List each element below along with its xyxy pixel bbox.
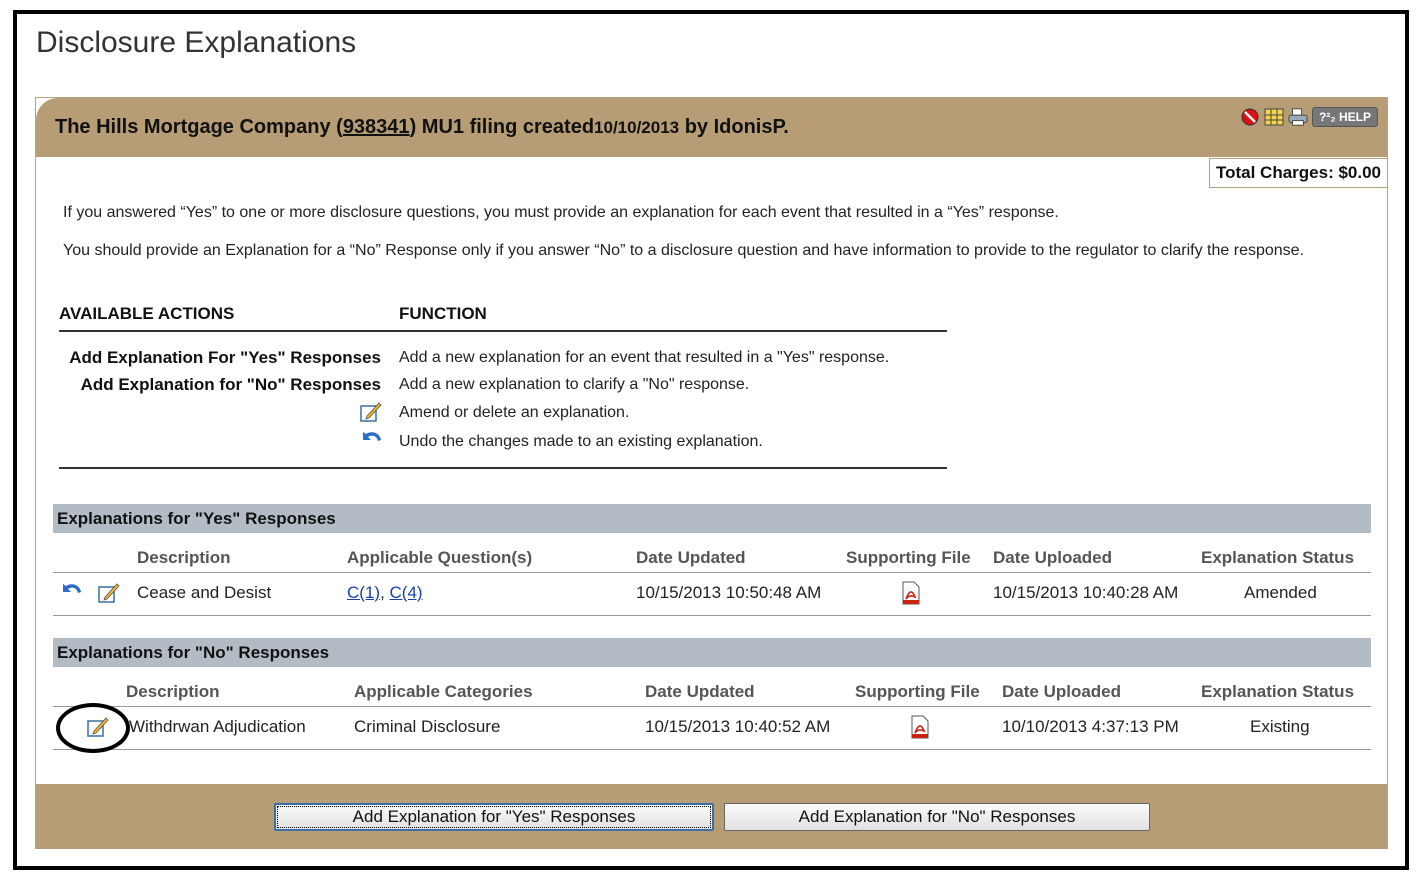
grid-icon[interactable] — [1264, 107, 1284, 127]
yes-col-status: Explanation Status — [1201, 548, 1355, 567]
question-link-c4[interactable]: C(4) — [390, 583, 423, 602]
yes-col-description: Description — [137, 548, 231, 567]
edit-icon — [359, 400, 383, 424]
function-heading: FUNCTION — [399, 304, 487, 323]
yes-row-date-updated: 10/15/2013 10:50:48 AM — [636, 583, 822, 602]
actions-top-rule — [59, 330, 947, 332]
printer-icon[interactable] — [1288, 107, 1308, 127]
yes-row-status: Amended — [1244, 583, 1317, 602]
no-row-rule — [53, 749, 1371, 750]
no-instructions: You should provide an Explanation for a … — [63, 242, 1305, 259]
no-row-date-uploaded: 10/10/2013 4:37:13 PM — [1002, 717, 1179, 736]
yes-row-rule — [53, 615, 1371, 616]
yes-header-rule — [53, 572, 1371, 573]
action-undo-function: Undo the changes made to an existing exp… — [399, 433, 763, 450]
disclosure-panel: The Hills Mortgage Company (938341) MU1 … — [35, 97, 1388, 849]
no-row-date-updated: 10/15/2013 10:40:52 AM — [645, 717, 831, 736]
pdf-file-icon[interactable] — [900, 581, 922, 610]
no-col-date-uploaded: Date Uploaded — [1002, 682, 1122, 701]
yes-col-questions: Applicable Question(s) — [347, 548, 533, 567]
no-col-supporting-file: Supporting File — [855, 682, 980, 701]
yes-row-description: Cease and Desist — [137, 583, 272, 602]
action-add-yes-function: Add a new explanation for an event that … — [399, 349, 890, 366]
add-yes-explanation-button[interactable]: Add Explanation for "Yes" Responses — [274, 803, 714, 831]
total-charges: Total Charges: $0.00 — [1208, 158, 1387, 188]
page-title: Disclosure Explanations — [36, 26, 357, 59]
no-row-description: Withdrwan Adjudication — [129, 717, 306, 736]
highlight-circle — [56, 703, 130, 753]
yes-col-supporting-file: Supporting File — [846, 548, 971, 567]
yes-col-date-uploaded: Date Uploaded — [993, 548, 1113, 567]
actions-bottom-rule — [59, 467, 947, 469]
no-col-categories: Applicable Categories — [354, 682, 533, 701]
action-add-no-function: Add a new explanation to clarify a "No" … — [399, 376, 750, 393]
action-add-no-label: Add Explanation for "No" Responses — [80, 375, 381, 394]
no-header-rule — [53, 706, 1371, 707]
company-id-link[interactable]: 938341 — [343, 116, 410, 138]
no-row-category: Criminal Disclosure — [354, 717, 501, 736]
undo-icon — [359, 428, 383, 452]
header-toolbar: ?²₂ HELP — [1240, 107, 1378, 127]
action-add-yes-label: Add Explanation For "Yes" Responses — [69, 348, 381, 367]
action-edit-function: Amend or delete an explanation. — [399, 404, 630, 421]
no-col-description: Description — [126, 682, 220, 701]
yes-col-date-updated: Date Updated — [636, 548, 746, 567]
filing-title: The Hills Mortgage Company (938341) MU1 … — [55, 116, 789, 138]
question-link-c1[interactable]: C(1) — [347, 583, 380, 602]
no-col-date-updated: Date Updated — [645, 682, 755, 701]
created-date: 10/10/2013 — [594, 118, 680, 137]
available-actions-heading: AVAILABLE ACTIONS — [59, 304, 235, 323]
yes-row-questions: C(1), C(4) — [347, 583, 423, 602]
panel-header: The Hills Mortgage Company (938341) MU1 … — [36, 98, 1387, 157]
yes-row-date-uploaded: 10/15/2013 10:40:28 AM — [993, 583, 1179, 602]
add-no-explanation-button[interactable]: Add Explanation for "No" Responses — [724, 803, 1150, 831]
no-col-status: Explanation Status — [1201, 682, 1355, 701]
no-row-status: Existing — [1250, 717, 1310, 736]
yes-instructions: If you answered “Yes” to one or more dis… — [63, 204, 1059, 221]
yes-section-header: Explanations for "Yes" Responses — [53, 504, 1371, 533]
edit-icon[interactable] — [97, 581, 121, 610]
no-entry-icon[interactable] — [1240, 107, 1260, 127]
no-section-header: Explanations for "No" Responses — [53, 638, 1371, 667]
help-button[interactable]: ?²₂ HELP — [1312, 107, 1378, 127]
pdf-file-icon[interactable] — [909, 715, 931, 744]
undo-icon[interactable] — [59, 580, 83, 609]
panel-footer: Add Explanation for "Yes" Responses Add … — [36, 784, 1387, 849]
